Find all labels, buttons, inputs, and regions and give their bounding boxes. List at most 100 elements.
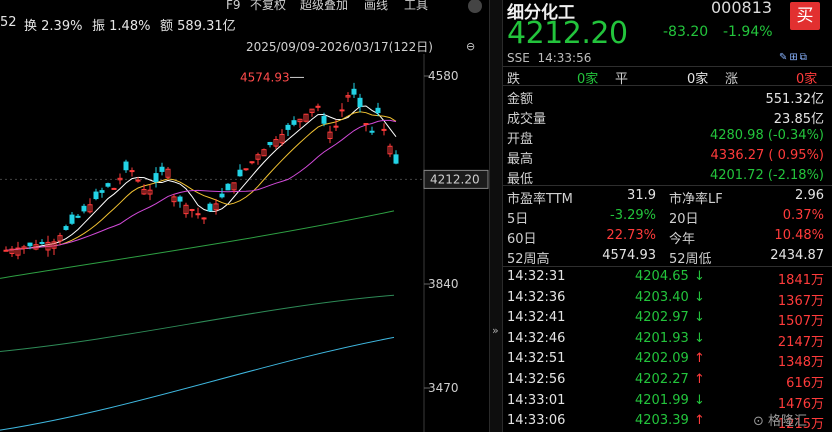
tick-time: 14:33:01 (507, 392, 566, 408)
candle-body (63, 226, 69, 230)
candle-body (201, 217, 207, 220)
stat-row: 成交量 23.85亿 (503, 106, 832, 127)
tick-time: 14:32:41 (507, 310, 566, 326)
ratio-value: 2.96 (795, 188, 824, 203)
ratio-value: 22.73% (606, 228, 656, 243)
menu-draw-line[interactable]: 画线 (364, 0, 388, 13)
stat-label: 成交量 (507, 112, 547, 127)
candle-body (81, 205, 87, 212)
candle-body (105, 183, 111, 187)
candle-body (123, 161, 129, 171)
moving-average-line (5, 119, 397, 251)
amplitude-stat: 振 1.48% (92, 19, 151, 34)
stat-row: 金额 551.32亿 (503, 86, 832, 107)
candle-body (99, 190, 105, 193)
tick-price: 4203.39 (635, 413, 689, 429)
ratio-label: 市盈率TTM (507, 192, 573, 207)
stat-label: 开盘 (507, 132, 534, 147)
price-axis-label: 3470 (428, 381, 459, 395)
down-arrow-icon: ↓ (694, 310, 705, 326)
candle-body (321, 115, 327, 124)
stat-row: 最高 4336.27 ( 0.95%) (503, 146, 832, 167)
high-marker-label: 4574.93 (240, 70, 290, 84)
tick-price: 4201.99 (635, 392, 689, 408)
prev-stat-fragment: 52 (0, 15, 17, 30)
index-code: 000813 (711, 0, 773, 17)
candle-body (129, 170, 135, 173)
price-axis-label: 3840 (428, 277, 459, 291)
ratio-label: 52周低 (669, 252, 712, 267)
turnover-stat: 换 2.39% (24, 19, 83, 34)
tick-price: 4202.09 (635, 351, 689, 367)
exchange-time: SSE 14:33:56 (507, 51, 592, 65)
tick-row: 14:32:36 4203.40 ↓ 1367万 (503, 288, 832, 309)
candle-body (369, 130, 375, 133)
candle-body (177, 196, 183, 202)
range-dropdown-icon[interactable]: ⊖ (466, 40, 475, 53)
tick-row: 14:32:31 4204.65 ↓ 1841万 (503, 267, 832, 288)
candle-body (75, 215, 81, 218)
tick-volume: 1367万 (777, 293, 824, 309)
stat-row: 最低 4201.72 (-2.18%) (503, 166, 832, 187)
panel-tool-icons[interactable]: ✎⊞⧉ (779, 52, 809, 63)
candle-body (339, 109, 345, 112)
candlestick-chart[interactable]: 4580 3840 3470 4212.20 4574.93 (0, 54, 489, 432)
buy-button[interactable]: 买 (790, 2, 820, 30)
current-price: 4212.20 (507, 16, 628, 51)
stat-value: 4336.27 ( 0.95%) (710, 148, 824, 163)
ratio-value: 2434.87 (770, 248, 824, 263)
candle-body (195, 213, 201, 216)
ratio-value: 0.37% (782, 208, 824, 223)
breadth-row: 跌 0家 平 0家 涨 0家 (507, 72, 818, 87)
ratio-value: 31.9 (627, 188, 656, 203)
ratio-label: 52周高 (507, 252, 550, 267)
tick-time: 14:32:31 (507, 269, 566, 284)
tick-time: 14:32:46 (507, 330, 566, 346)
candle-body (135, 179, 141, 182)
candle-body (243, 168, 249, 171)
menu-tools[interactable]: 工具 (404, 0, 428, 13)
candle-body (27, 242, 33, 247)
ratio-label: 20日 (669, 212, 699, 227)
ratio-row: 52周高 4574.93 52周低 2434.87 (503, 246, 832, 267)
tick-price: 4201.93 (635, 330, 689, 346)
tick-volume: 616万 (786, 376, 824, 391)
tick-price: 4202.27 (635, 372, 689, 387)
up-arrow-icon: ↑ (694, 372, 705, 387)
stat-value: 23.85亿 (773, 112, 824, 127)
settings-gear-icon[interactable] (468, 0, 482, 13)
ratio-value: 4574.93 (602, 248, 656, 263)
tick-row: 14:32:46 4201.93 ↓ 2147万 (503, 329, 832, 350)
ratio-row: 60日 22.73% 今年 10.48% (503, 226, 832, 247)
down-arrow-icon: ↓ (694, 330, 705, 346)
ratio-row: 5日 -3.29% 20日 0.37% (503, 206, 832, 227)
down-arrow-icon: ↓ (694, 392, 705, 408)
moving-average-line (0, 336, 395, 431)
tick-row: 14:33:01 4201.99 ↓ 1476万 (503, 391, 832, 412)
candle-body (207, 203, 213, 212)
candle-body (393, 154, 399, 164)
menu-no-adjust[interactable]: 不复权 (250, 0, 286, 13)
ratio-label: 60日 (507, 232, 537, 247)
candle-body (351, 88, 357, 95)
candle-body (285, 124, 291, 130)
svg-text:4212.20: 4212.20 (430, 172, 480, 186)
menu-super-overlay[interactable]: 超级叠加 (300, 0, 348, 13)
ratio-row: 市盈率TTM 31.9 市净率LF 2.96 (503, 186, 832, 207)
menu-f9[interactable]: F9 (226, 0, 241, 13)
candle-body (357, 97, 363, 108)
candle-body (381, 128, 387, 131)
candle-body (237, 169, 243, 177)
up-arrow-icon: ↑ (694, 351, 705, 367)
candle-body (225, 183, 231, 191)
tick-row: 14:32:51 4202.09 ↑ 1348万 (503, 349, 832, 370)
candle-body (219, 193, 225, 198)
collapse-panel-icon[interactable]: » (492, 324, 499, 337)
tick-volume: 2147万 (777, 334, 824, 350)
panel-divider[interactable] (489, 0, 503, 432)
tick-time: 14:32:36 (507, 289, 566, 305)
tick-volume: 1841万 (777, 273, 824, 288)
tick-volume: 1507万 (777, 314, 824, 330)
chart-toolbar: 52 换 2.39% 振 1.48% 额 589.31亿 F9 不复权 超级叠加… (0, 0, 489, 54)
candle-body (267, 141, 273, 146)
